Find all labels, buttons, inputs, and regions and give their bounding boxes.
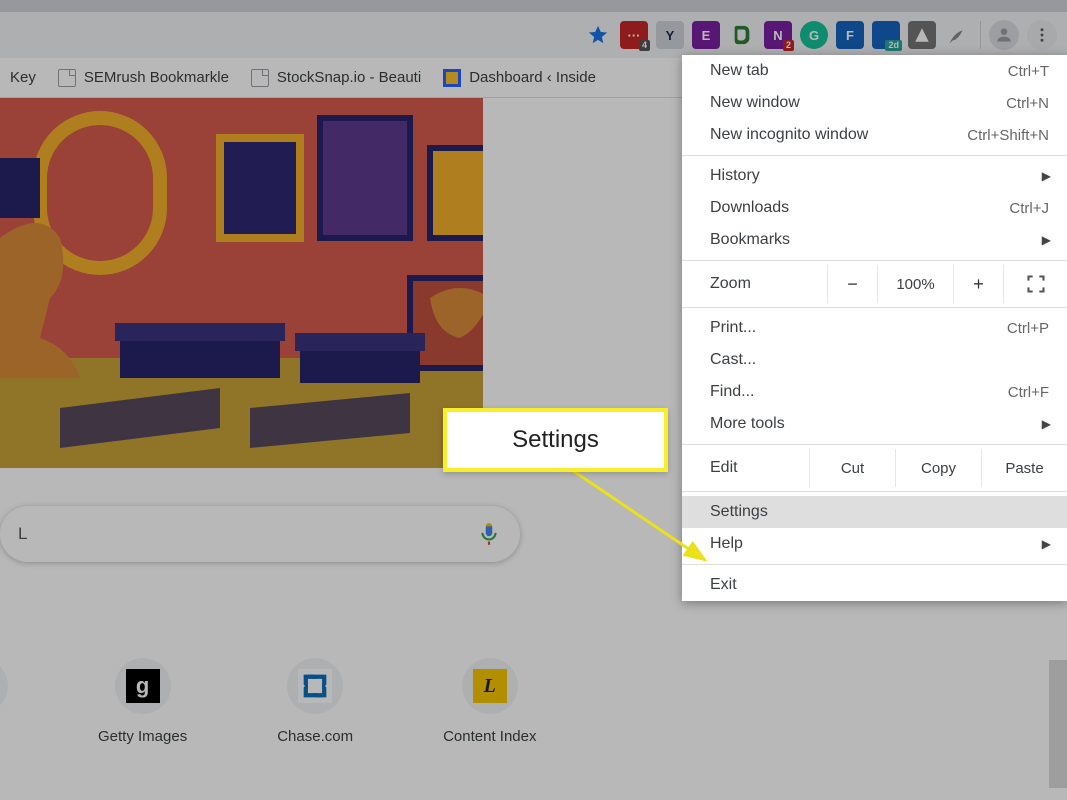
- ext-grammarly[interactable]: G: [800, 21, 828, 49]
- scrollbar-thumb[interactable]: [1049, 660, 1067, 788]
- zoom-out-button[interactable]: −: [827, 265, 877, 303]
- ext-label: N: [773, 28, 782, 43]
- browser-toolbar: ···4 Y E N2 G F 2d: [0, 12, 1067, 58]
- zoom-in-button[interactable]: +: [953, 265, 1003, 303]
- menu-print[interactable]: Print...Ctrl+P: [682, 312, 1067, 344]
- menu-new-window[interactable]: New windowCtrl+N: [682, 87, 1067, 119]
- bm-label: SEMrush Bookmarkle: [84, 69, 229, 86]
- menu-history[interactable]: History▶: [682, 160, 1067, 192]
- sc-content[interactable]: L Content Index: [443, 658, 536, 745]
- menu-cast[interactable]: Cast...: [682, 344, 1067, 376]
- edit-copy-button[interactable]: Copy: [895, 449, 981, 487]
- chrome-menu: New tabCtrl+T New windowCtrl+N New incog…: [682, 55, 1067, 601]
- chevron-right-icon: ▶: [1042, 417, 1051, 431]
- bm-label: Dashboard ‹ Inside: [469, 69, 596, 86]
- bm-semrush[interactable]: SEMrush Bookmarkle: [52, 65, 235, 91]
- ext-pdf[interactable]: [908, 21, 936, 49]
- menu-settings[interactable]: Settings: [682, 496, 1067, 528]
- ext-label: Y: [666, 28, 675, 43]
- ext-y[interactable]: Y: [656, 21, 684, 49]
- ext-evernote[interactable]: [728, 21, 756, 49]
- chevron-right-icon: ▶: [1042, 233, 1051, 247]
- ext-badge: 2: [783, 40, 794, 51]
- ext-lastpass[interactable]: ···4: [620, 21, 648, 49]
- menu-edit: Edit Cut Copy Paste: [682, 449, 1067, 487]
- tile-icon: g: [126, 669, 160, 703]
- ext-label: G: [809, 28, 819, 43]
- menu-more-tools[interactable]: More tools▶: [682, 408, 1067, 440]
- sc-label: Content Index: [443, 728, 536, 745]
- sc-getty[interactable]: g Getty Images: [98, 658, 187, 745]
- menu-bookmarks[interactable]: Bookmarks▶: [682, 224, 1067, 256]
- voice-search-icon[interactable]: [476, 521, 502, 547]
- fullscreen-button[interactable]: [1003, 265, 1067, 303]
- document-icon: [251, 69, 269, 87]
- menu-exit[interactable]: Exit: [682, 569, 1067, 601]
- bm-key[interactable]: Key: [4, 65, 42, 90]
- divider: [980, 21, 981, 49]
- search-input[interactable]: [18, 524, 476, 544]
- edit-cut-button[interactable]: Cut: [809, 449, 895, 487]
- annotation-callout: Settings: [443, 408, 668, 472]
- bm-stocksnap[interactable]: StockSnap.io - Beauti: [245, 65, 427, 91]
- sc-chase[interactable]: Chase.com: [277, 658, 353, 745]
- ext-quill[interactable]: [944, 21, 972, 49]
- chevron-right-icon: ▶: [1042, 169, 1051, 183]
- ext-e[interactable]: E: [692, 21, 720, 49]
- menu-help[interactable]: Help▶: [682, 528, 1067, 560]
- profile-avatar[interactable]: [989, 20, 1019, 50]
- menu-new-incognito[interactable]: New incognito windowCtrl+Shift+N: [682, 119, 1067, 151]
- bm-label: Key: [10, 69, 36, 86]
- menu-zoom: Zoom − 100% +: [682, 265, 1067, 303]
- zoom-label: Zoom: [682, 265, 827, 303]
- menu-downloads[interactable]: DownloadsCtrl+J: [682, 192, 1067, 224]
- tab-strip: [0, 0, 1067, 12]
- tile-icon: L: [473, 669, 507, 703]
- sc-label: Chase.com: [277, 728, 353, 745]
- bm-label: StockSnap.io - Beauti: [277, 69, 421, 86]
- menu-find[interactable]: Find...Ctrl+F: [682, 376, 1067, 408]
- ext-badge: 4: [639, 40, 650, 51]
- bm-dashboard[interactable]: Dashboard ‹ Inside: [437, 65, 602, 91]
- ext-2d[interactable]: 2d: [872, 21, 900, 49]
- shortcuts-grid: M MS g Getty Images Chase.com L Content …: [0, 658, 536, 745]
- sc-label: Getty Images: [98, 728, 187, 745]
- ext-onenote[interactable]: N2: [764, 21, 792, 49]
- edit-paste-button[interactable]: Paste: [981, 449, 1067, 487]
- chevron-right-icon: ▶: [1042, 537, 1051, 551]
- callout-label: Settings: [512, 426, 599, 454]
- ext-label: E: [702, 28, 711, 43]
- search-box[interactable]: [0, 506, 520, 562]
- chrome-menu-button[interactable]: [1027, 20, 1057, 50]
- ext-f[interactable]: F: [836, 21, 864, 49]
- document-icon: [58, 69, 76, 87]
- google-doodle[interactable]: [0, 98, 483, 468]
- ext-badge: 2d: [885, 40, 902, 51]
- favicon-icon: [443, 69, 461, 87]
- menu-new-tab[interactable]: New tabCtrl+T: [682, 55, 1067, 87]
- tile-icon: [298, 669, 332, 703]
- ext-label: F: [846, 28, 854, 43]
- bookmark-star-icon[interactable]: [584, 21, 612, 49]
- zoom-value: 100%: [877, 265, 953, 303]
- annotation-arrow: [555, 456, 735, 586]
- sc-ms[interactable]: M MS: [0, 658, 8, 745]
